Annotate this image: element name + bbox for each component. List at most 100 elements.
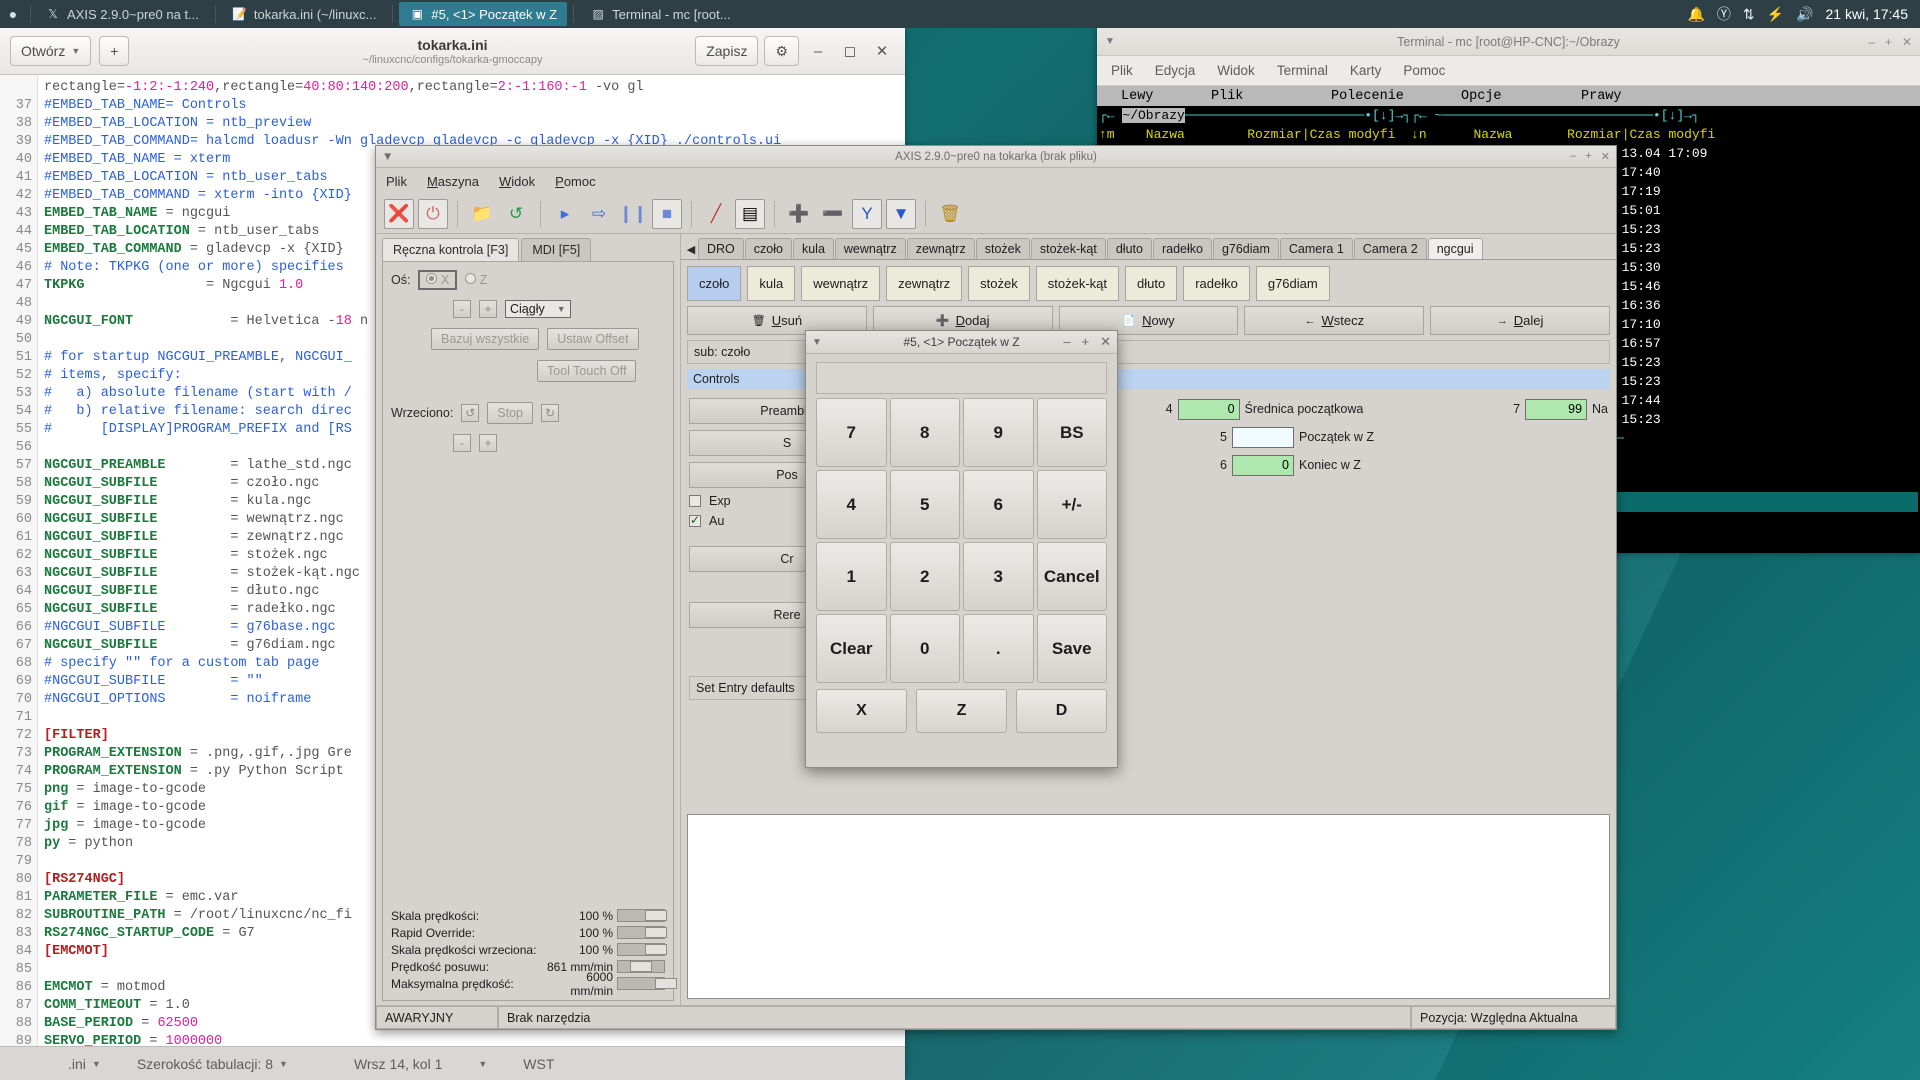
slider-track[interactable] bbox=[617, 926, 667, 939]
terminal-menu-widok[interactable]: Widok bbox=[1217, 63, 1255, 78]
bluetooth-icon[interactable]: Ⓨ bbox=[1717, 4, 1731, 24]
keypad-key-8[interactable]: 8 bbox=[889, 398, 960, 467]
control-tab-1[interactable]: MDI [F5] bbox=[521, 238, 592, 261]
notebook-tab-radełko[interactable]: radełko bbox=[1152, 238, 1212, 259]
parameter-input[interactable] bbox=[1177, 398, 1240, 420]
spindle-stop-button[interactable]: Stop bbox=[487, 402, 534, 424]
power-icon[interactable]: ⏻ bbox=[418, 198, 448, 229]
axis-menu-pomoc[interactable]: Pomoc bbox=[555, 174, 595, 189]
mc-menu-1[interactable]: Plik bbox=[1207, 89, 1247, 104]
optional-stop-icon[interactable]: ▤ bbox=[735, 198, 765, 229]
jog-mode-select[interactable]: Ciągły ▼ bbox=[505, 300, 571, 318]
view-filter-icon[interactable]: ▼ bbox=[886, 198, 916, 229]
keypad-key-7[interactable]: 7 bbox=[816, 398, 887, 467]
minimize-icon[interactable]: – bbox=[1570, 150, 1576, 163]
ngcgui-subtab-stożek[interactable]: stożek bbox=[968, 266, 1030, 301]
notebook-tab-ngcgui[interactable]: ngcgui bbox=[1427, 238, 1483, 259]
spindle-cw-icon[interactable]: ↻ bbox=[541, 404, 560, 422]
keypad-key-0[interactable]: 0 bbox=[889, 614, 960, 683]
set-offset-button[interactable]: Ustaw Offset bbox=[547, 328, 639, 350]
keypad-key-save[interactable]: Save bbox=[1036, 614, 1107, 683]
stop-icon[interactable]: ■ bbox=[652, 198, 682, 229]
ngcgui-subtab-czoło[interactable]: czoło bbox=[687, 266, 742, 301]
axis-menu-widok[interactable]: Widok bbox=[499, 174, 535, 189]
jog-minus-button[interactable]: - bbox=[453, 300, 471, 318]
clock[interactable]: 21 kwi, 17:45 bbox=[1826, 6, 1909, 22]
system-menu-icon[interactable]: ● bbox=[0, 6, 26, 22]
step-icon[interactable]: ⇨ bbox=[584, 199, 614, 229]
encoding-selector[interactable]: ▼ bbox=[460, 1059, 505, 1069]
gcode-preview[interactable] bbox=[687, 814, 1610, 999]
zoom-out-icon[interactable]: ➖ bbox=[818, 199, 848, 229]
slider-thumb[interactable] bbox=[644, 910, 667, 921]
notebook-tab-g76diam[interactable]: g76diam bbox=[1212, 238, 1279, 259]
open-file-icon[interactable]: 📁 bbox=[467, 199, 497, 229]
maximize-icon[interactable]: ◻ bbox=[837, 38, 863, 64]
ngcgui-subtab-g76diam[interactable]: g76diam bbox=[1255, 266, 1330, 301]
clear-icon[interactable]: 🗑 bbox=[935, 199, 965, 229]
maximize-icon[interactable]: + bbox=[1082, 334, 1090, 350]
close-icon[interactable]: ✕ bbox=[869, 38, 895, 64]
network-icon[interactable]: ⇅ bbox=[1743, 6, 1755, 23]
bell-icon[interactable]: 🔔 bbox=[1687, 6, 1704, 23]
mc-menu-2[interactable]: Polecenie bbox=[1327, 89, 1408, 104]
slider-track[interactable] bbox=[617, 977, 677, 990]
tool-touch-off-button[interactable]: Tool Touch Off bbox=[537, 360, 637, 382]
minimize-icon[interactable]: – bbox=[1063, 334, 1070, 350]
run-icon[interactable]: ▸ bbox=[550, 199, 580, 229]
open-button[interactable]: Otwórz ▼ bbox=[10, 36, 92, 66]
keypad-key-4[interactable]: 4 bbox=[816, 470, 887, 539]
ngcgui-action-dalej[interactable]: → Dalej bbox=[1430, 306, 1610, 335]
notebook-tab-stożek-kąt[interactable]: stożek-kąt bbox=[1030, 238, 1106, 259]
ngcgui-subtab-kula[interactable]: kula bbox=[747, 266, 796, 301]
keypad-key-clear[interactable]: Clear bbox=[816, 614, 887, 683]
spindle-minus-button[interactable]: - bbox=[453, 434, 471, 452]
axis-menu-maszyna[interactable]: Maszyna bbox=[427, 174, 479, 189]
keypad-key-3[interactable]: 3 bbox=[963, 542, 1034, 611]
parameter-input[interactable] bbox=[1232, 426, 1294, 448]
ngcgui-action-wstecz[interactable]: ← Wstecz bbox=[1244, 306, 1425, 335]
minimize-icon[interactable]: – bbox=[1868, 35, 1875, 49]
ngcgui-subtab-dłuto[interactable]: dłuto bbox=[1125, 266, 1178, 301]
slider-thumb[interactable] bbox=[644, 927, 667, 938]
keypad-key-bs[interactable]: BS bbox=[1036, 398, 1107, 467]
slider-thumb[interactable] bbox=[654, 978, 677, 989]
close-icon[interactable]: ✕ bbox=[1601, 150, 1610, 163]
notebook-tab-kula[interactable]: kula bbox=[792, 238, 834, 259]
keypad-key-1[interactable]: 1 bbox=[816, 542, 887, 611]
keypad-key-cancel[interactable]: Cancel bbox=[1036, 542, 1107, 611]
notebook-tab-dłuto[interactable]: dłuto bbox=[1106, 238, 1152, 259]
axis-option-x[interactable]: X bbox=[418, 270, 458, 290]
power-icon[interactable]: ⚡ bbox=[1767, 6, 1784, 23]
spindle-plus-button[interactable]: + bbox=[479, 434, 497, 452]
keypad-axis-x[interactable]: X bbox=[816, 689, 907, 733]
terminal-menu-plik[interactable]: Plik bbox=[1111, 63, 1133, 78]
taskbar-item-0[interactable]: 𝕏 AXIS 2.9.0~pre0 na t... bbox=[35, 2, 209, 26]
keypad-axis-d[interactable]: D bbox=[1016, 689, 1107, 733]
reload-icon[interactable]: ↺ bbox=[501, 199, 531, 229]
parameter-input-2[interactable] bbox=[1525, 398, 1588, 420]
volume-icon[interactable]: 🔊 bbox=[1796, 6, 1813, 23]
mc-menu-3[interactable]: Opcje bbox=[1457, 89, 1506, 104]
ngcgui-subtab-zewnątrz[interactable]: zewnątrz bbox=[886, 266, 963, 301]
save-button[interactable]: Zapisz bbox=[695, 36, 759, 66]
terminal-menu-edycja[interactable]: Edycja bbox=[1155, 63, 1196, 78]
slider-track[interactable] bbox=[617, 960, 665, 973]
notebook-tab-wewnątrz[interactable]: wewnątrz bbox=[834, 238, 906, 259]
spindle-ccw-icon[interactable]: ↺ bbox=[461, 404, 480, 422]
tabwidth-selector[interactable]: Szerokość tabulacji: 8 ▼ bbox=[119, 1056, 306, 1072]
notebook-tab-camera-2[interactable]: Camera 2 bbox=[1353, 238, 1427, 259]
close-icon[interactable]: ✕ bbox=[1902, 35, 1912, 49]
estop-icon[interactable]: ❌ bbox=[384, 198, 414, 229]
keypad-key-6[interactable]: 6 bbox=[963, 470, 1034, 539]
terminal-menu-terminal[interactable]: Terminal bbox=[1277, 63, 1328, 78]
axis-menu-plik[interactable]: Plik bbox=[386, 174, 407, 189]
view-y-icon[interactable]: Y bbox=[852, 198, 882, 229]
terminal-menu-pomoc[interactable]: Pomoc bbox=[1403, 63, 1445, 78]
minimize-icon[interactable]: – bbox=[805, 38, 831, 64]
ngcgui-subtab-stożek-kąt[interactable]: stożek-kąt bbox=[1035, 266, 1119, 301]
keypad-key-5[interactable]: 5 bbox=[889, 470, 960, 539]
notebook-tab-dro[interactable]: DRO bbox=[698, 238, 744, 259]
axis-option-z[interactable]: Z bbox=[465, 273, 487, 287]
skip-lines-icon[interactable]: ╱ bbox=[701, 199, 731, 229]
